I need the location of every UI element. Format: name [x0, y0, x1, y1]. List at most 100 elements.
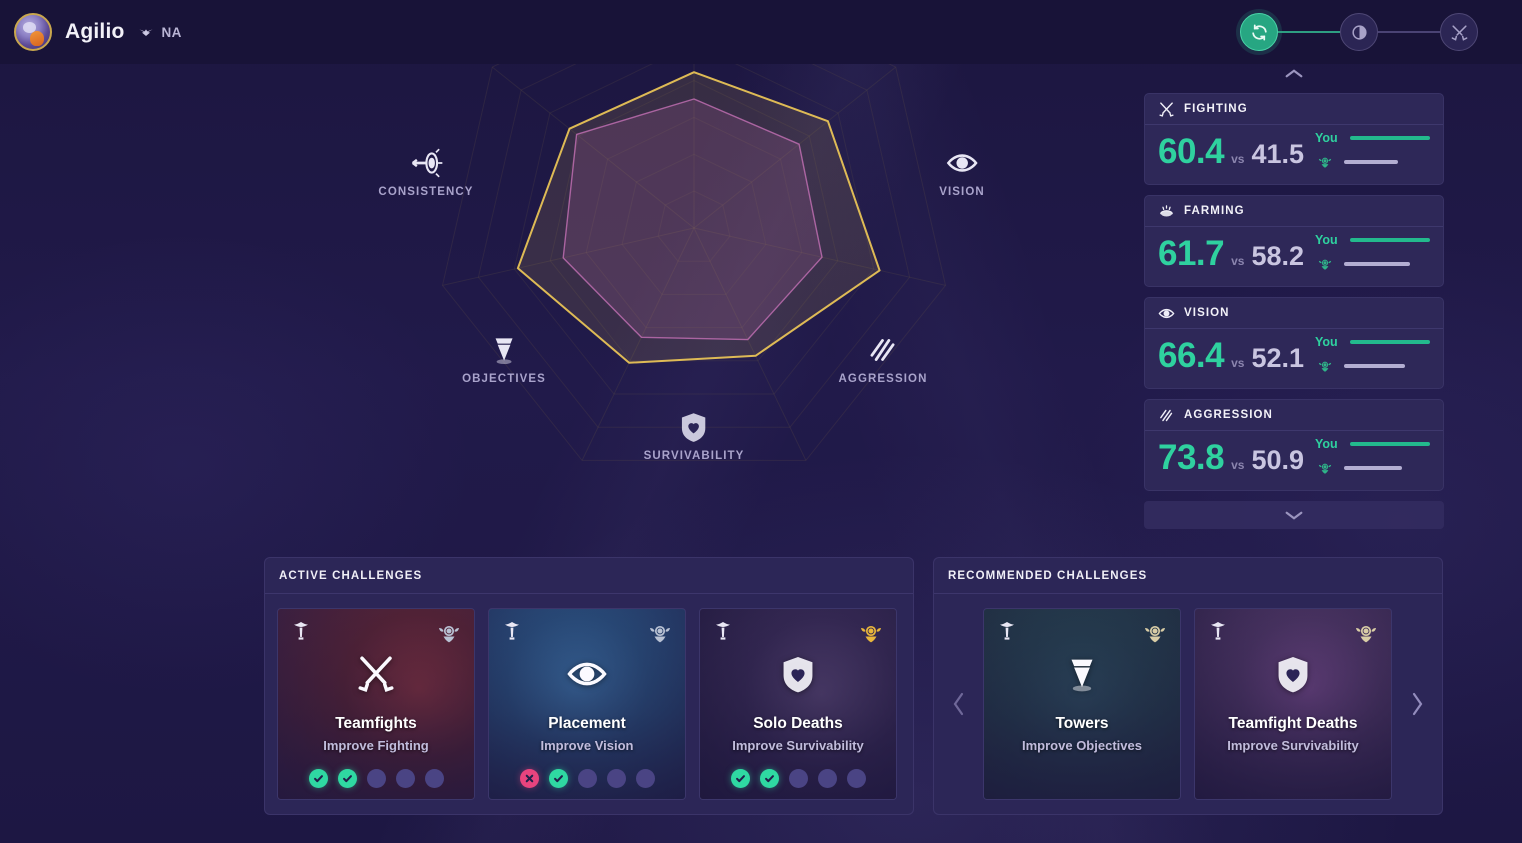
step-challenges-button[interactable] — [1440, 13, 1478, 51]
stat-peer-value: 41.5 — [1251, 138, 1305, 169]
minion-coin-icon — [1158, 203, 1175, 220]
region-wings-icon — [138, 29, 153, 36]
rank-emblem-icon — [647, 620, 673, 646]
peer-bar-fill — [1344, 262, 1410, 266]
performance-radar-chart: CONSISTENCY VISION OBJECTIVES AGGRESSION… — [0, 0, 1140, 540]
stat-card-header: VISION — [1145, 298, 1443, 329]
progress-dot-empty — [577, 769, 597, 788]
stat-bar-you: You — [1315, 233, 1430, 247]
progress-dot-pass — [730, 769, 750, 788]
challenge-token-icon — [290, 620, 312, 644]
axis-label-text: SURVIVABILITY — [643, 450, 745, 462]
stat-card-list: FIGHTING 60.4 vs 41.5 You FARMING 61.7 v… — [1144, 93, 1444, 491]
radar-axis-objectives: OBJECTIVES — [462, 333, 546, 385]
panel-title: ACTIVE CHALLENGES — [279, 569, 423, 582]
heart-shield-icon — [677, 410, 711, 444]
challenge-goal: Improve Objectives — [1022, 738, 1142, 753]
challenge-card[interactable]: Teamfights Improve Fighting — [277, 608, 475, 800]
stat-bar-you: You — [1315, 335, 1430, 349]
slash-marks-icon — [1158, 407, 1175, 424]
panel-title: RECOMMENDED CHALLENGES — [948, 569, 1148, 582]
stat-values: 73.8 vs 50.9 — [1158, 438, 1304, 478]
challenge-card[interactable]: Placement Improve Vision — [488, 608, 686, 800]
progress-dot-fail — [519, 769, 539, 788]
progress-dot-empty — [424, 769, 444, 788]
stats-scroll-down-button[interactable] — [1144, 501, 1444, 529]
stat-peer-value: 50.9 — [1251, 444, 1305, 475]
axis-label-text: AGGRESSION — [838, 373, 928, 385]
stat-vs-label: vs — [1231, 151, 1245, 166]
stat-your-value: 66.4 — [1158, 335, 1225, 375]
carousel-next-button[interactable] — [1405, 688, 1429, 720]
stat-vs-label: vs — [1231, 355, 1245, 370]
chevron-up-icon — [1285, 68, 1303, 77]
stat-bars: You — [1315, 131, 1430, 172]
view-stepper — [1240, 13, 1478, 51]
you-label: You — [1315, 335, 1338, 349]
challenge-card[interactable]: Towers Improve Objectives — [983, 608, 1181, 800]
rank-emblem-icon — [858, 620, 884, 646]
slash-marks-icon — [866, 333, 900, 367]
stat-vs-label: vs — [1231, 457, 1245, 472]
challenge-goal: Improve Fighting — [323, 738, 429, 753]
refresh-icon — [1251, 24, 1267, 40]
challenge-progress-dots — [730, 769, 866, 788]
stat-card-title: FIGHTING — [1184, 103, 1248, 115]
your-bar-fill — [1350, 136, 1430, 140]
stat-your-value: 61.7 — [1158, 233, 1225, 273]
challenge-card[interactable]: Teamfight Deaths Improve Survivability — [1194, 608, 1392, 800]
you-label: You — [1315, 233, 1338, 247]
stat-card-farming[interactable]: FARMING 61.7 vs 58.2 You — [1144, 195, 1444, 287]
step-overview-button[interactable] — [1240, 13, 1278, 51]
peer-bar-fill — [1344, 160, 1399, 164]
progress-dot-pass — [308, 769, 328, 788]
rank-emblem-icon — [436, 620, 462, 646]
eye-icon — [566, 653, 608, 695]
progress-dot-empty — [606, 769, 626, 788]
stat-card-header: AGGRESSION — [1145, 400, 1443, 431]
app-root: CONSISTENCY VISION OBJECTIVES AGGRESSION… — [0, 0, 1522, 843]
stat-values: 66.4 vs 52.1 — [1158, 336, 1304, 376]
stat-vs-label: vs — [1231, 253, 1245, 268]
step-compare-button[interactable] — [1340, 13, 1378, 51]
challenge-card[interactable]: Solo Deaths Improve Survivability — [699, 608, 897, 800]
stat-card-header: FIGHTING — [1145, 94, 1443, 125]
radar-axis-survivability: SURVIVABILITY — [644, 410, 745, 462]
challenge-goal: Improve Survivability — [732, 738, 864, 753]
active-challenges-list: Teamfights Improve Fighting Placement Im… — [265, 594, 913, 814]
stepper-connector — [1378, 31, 1440, 33]
chevron-left-icon — [953, 692, 963, 716]
progress-dot-pass — [548, 769, 568, 788]
summoner-avatar-icon[interactable] — [14, 13, 52, 51]
stat-card-vision[interactable]: VISION 66.4 vs 52.1 You — [1144, 297, 1444, 389]
crossed-swords-icon — [355, 653, 397, 695]
top-header-bar: Agilio NA — [0, 0, 1522, 64]
progress-dot-empty — [366, 769, 386, 788]
stat-bars: You — [1315, 335, 1430, 376]
your-bar-fill — [1350, 238, 1430, 242]
stat-card-aggression[interactable]: AGGRESSION 73.8 vs 50.9 You — [1144, 399, 1444, 491]
challenge-name: Towers — [1055, 715, 1109, 732]
eye-icon — [945, 146, 979, 180]
radar-series — [516, 71, 881, 364]
stat-card-fighting[interactable]: FIGHTING 60.4 vs 41.5 You — [1144, 93, 1444, 185]
challenge-name: Teamfight Deaths — [1228, 715, 1358, 732]
stat-bar-peer — [1315, 256, 1430, 272]
progress-dot-empty — [635, 769, 655, 788]
axis-label-text: VISION — [939, 186, 985, 198]
chevron-down-icon — [1285, 511, 1303, 520]
stat-bar-peer — [1315, 460, 1430, 476]
summoner-name: Agilio — [65, 20, 125, 43]
axis-label-text: CONSISTENCY — [378, 186, 474, 198]
your-bar-fill — [1350, 442, 1430, 446]
rank-emblem-icon — [1142, 620, 1168, 646]
recommended-card-list: Towers Improve Objectives Teamfight Deat… — [983, 608, 1392, 800]
challenge-token-icon — [1207, 620, 1229, 644]
carousel-prev-button[interactable] — [946, 688, 970, 720]
challenge-name: Placement — [548, 715, 626, 732]
stat-values: 61.7 vs 58.2 — [1158, 234, 1304, 274]
heart-shield-icon — [777, 653, 819, 695]
stat-bars: You — [1315, 437, 1430, 478]
progress-dot-empty — [788, 769, 808, 788]
target-arrow-icon — [409, 146, 443, 180]
